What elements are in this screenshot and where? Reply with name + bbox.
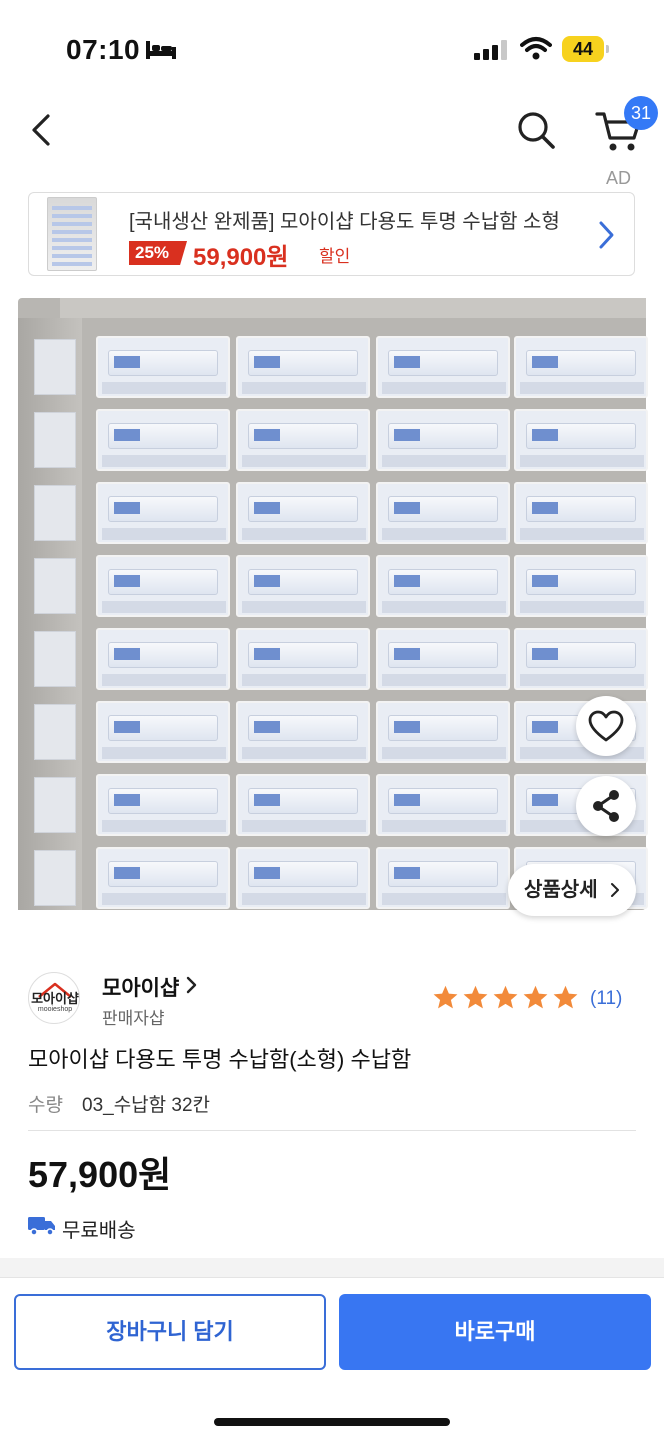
drawer — [376, 628, 510, 690]
star-icon — [463, 985, 488, 1009]
search-icon[interactable] — [514, 108, 558, 152]
status-bar: 07:10 44 — [0, 0, 664, 96]
share-icon — [593, 790, 619, 822]
drawer — [376, 701, 510, 763]
drawer — [236, 701, 370, 763]
drawer — [96, 774, 230, 836]
add-to-cart-button[interactable]: 장바구니 담기 — [14, 1294, 326, 1370]
drawer — [376, 555, 510, 617]
drawer — [236, 482, 370, 544]
product-detail-label: 상품상세 — [524, 879, 598, 901]
bed-icon — [146, 41, 176, 59]
chevron-right-icon — [611, 883, 619, 897]
status-time: 07:10 — [66, 34, 141, 65]
drawer — [376, 336, 510, 398]
nav-bar — [0, 96, 664, 166]
drawer — [236, 774, 370, 836]
shipping-info: 무료배송 — [62, 1220, 136, 1242]
section-separator — [0, 1258, 664, 1278]
drawer — [514, 482, 648, 544]
option-value: 03_수납함 32칸 — [82, 1095, 211, 1116]
ad-label: AD — [606, 168, 632, 188]
seller-logo-text: 모아이샵 — [31, 991, 79, 1006]
divider — [28, 1130, 636, 1131]
battery-indicator: 44 — [562, 36, 609, 62]
side-drawer — [34, 412, 76, 468]
side-drawer — [34, 558, 76, 614]
drawer — [376, 774, 510, 836]
seller-logo-subtext: mooieshop — [37, 1006, 73, 1013]
drawer — [236, 555, 370, 617]
drawer — [96, 701, 230, 763]
home-indicator — [214, 1418, 450, 1426]
wifi-icon — [520, 37, 552, 60]
seller-logo[interactable]: 모아이샵 mooieshop — [28, 972, 80, 1024]
product-image[interactable] — [0, 286, 664, 946]
drawer — [96, 336, 230, 398]
storage-cabinet-illustration — [18, 298, 648, 910]
side-drawer — [34, 631, 76, 687]
drawer — [376, 482, 510, 544]
ad-discount-badge: 25% — [129, 241, 188, 265]
drawer — [514, 628, 648, 690]
drawer — [96, 847, 230, 909]
drawer — [96, 409, 230, 471]
drawer — [236, 409, 370, 471]
drawer — [514, 555, 648, 617]
review-count[interactable]: (11) — [590, 988, 622, 1010]
drawer — [236, 847, 370, 909]
drawer — [96, 628, 230, 690]
side-drawer — [34, 850, 76, 906]
drawer — [376, 409, 510, 471]
seller-name[interactable]: 모아이샵 — [102, 972, 179, 1002]
drawer — [96, 555, 230, 617]
chevron-right-icon[interactable] — [186, 976, 198, 994]
ad-banner[interactable]: [국내생산 완제품] 모아이샵 다용도 투명 수납함 소형 25% 59,900… — [28, 192, 635, 276]
battery-tip — [606, 45, 609, 53]
drawer — [236, 336, 370, 398]
star-icon — [433, 985, 458, 1009]
cart-count-badge: 31 — [624, 96, 658, 130]
option-label: 수량 — [28, 1095, 63, 1116]
star-icon — [553, 985, 578, 1009]
side-drawer — [34, 339, 76, 395]
side-drawer — [34, 485, 76, 541]
truck-icon — [28, 1217, 55, 1236]
drawer — [514, 336, 648, 398]
drawer — [236, 628, 370, 690]
chevron-right-icon — [599, 221, 614, 249]
ad-thumbnail — [47, 197, 97, 271]
heart-icon — [588, 710, 624, 742]
side-drawer — [34, 704, 76, 760]
star-icon — [523, 985, 548, 1009]
buy-now-button[interactable]: 바로구매 — [339, 1294, 651, 1370]
product-price: 57,900원 — [28, 1154, 172, 1195]
ad-price: 59,900원 — [193, 244, 289, 271]
like-button[interactable] — [576, 696, 636, 756]
star-icon — [493, 985, 518, 1009]
back-arrow-icon[interactable] — [22, 108, 62, 152]
drawer — [376, 847, 510, 909]
ad-sale-text: 할인 — [319, 247, 351, 266]
drawer — [96, 482, 230, 544]
product-detail-button[interactable]: 상품상세 — [508, 864, 636, 916]
product-title: 모아이샵 다용도 투명 수납함(소형) 수납함 — [28, 1047, 412, 1072]
signal-icon — [474, 40, 507, 60]
share-button[interactable] — [576, 776, 636, 836]
side-drawer — [34, 777, 76, 833]
drawer — [514, 409, 648, 471]
ad-title: [국내생산 완제품] 모아이샵 다용도 투명 수납함 소형 — [129, 211, 560, 233]
seller-type: 판매자샵 — [102, 1009, 165, 1028]
battery-level: 44 — [562, 36, 604, 62]
